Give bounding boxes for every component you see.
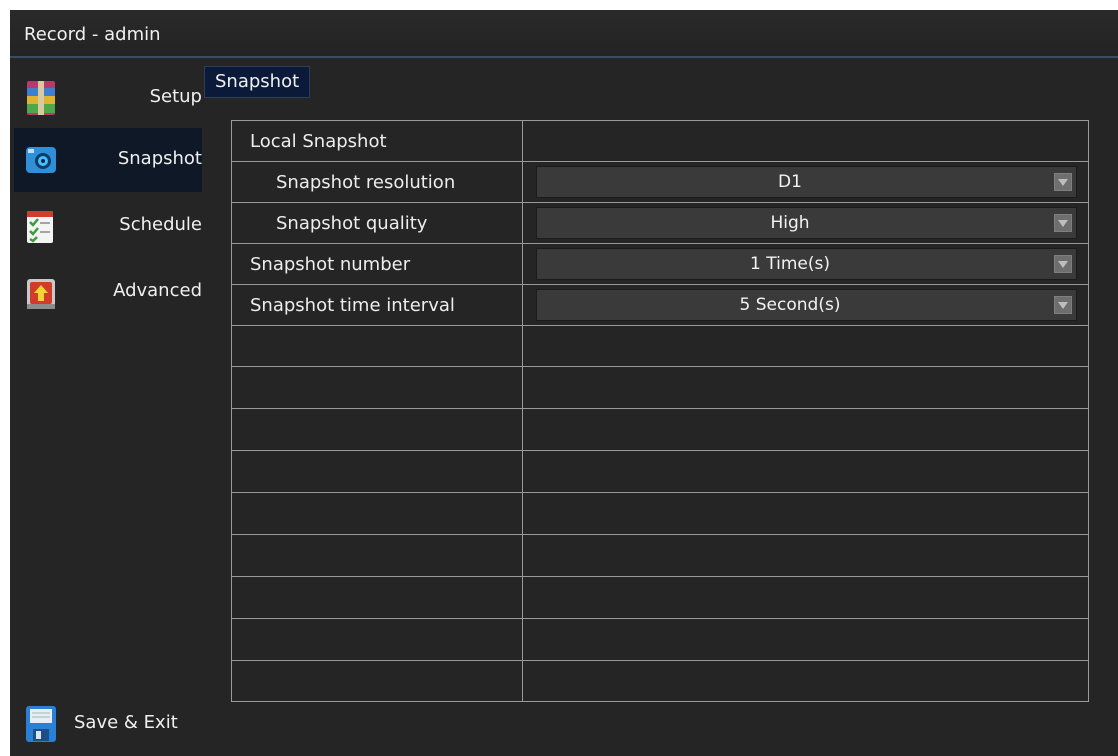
empty-row <box>232 494 1088 535</box>
title-bar: Record - admin <box>10 10 1118 58</box>
setting-row-interval: Snapshot time interval 5 Second(s) <box>232 285 1088 326</box>
archive-icon <box>24 79 58 117</box>
sidebar-item-setup[interactable]: Setup <box>14 66 202 130</box>
sidebar-item-label: Advanced <box>113 280 202 301</box>
chevron-down-icon[interactable] <box>1054 296 1072 314</box>
empty-row <box>232 410 1088 451</box>
empty-row <box>232 368 1088 409</box>
empty-row <box>232 578 1088 619</box>
setting-row-number: Snapshot number 1 Time(s) <box>232 244 1088 285</box>
snapshot-quality-label: Snapshot quality <box>276 213 428 234</box>
snapshot-number-label: Snapshot number <box>250 254 411 275</box>
empty-row <box>232 620 1088 661</box>
chevron-down-icon[interactable] <box>1054 214 1072 232</box>
snapshot-interval-label: Snapshot time interval <box>250 295 455 316</box>
setting-row-resolution: Snapshot resolution D1 <box>232 162 1088 203</box>
snapshot-number-select[interactable]: 1 Time(s) <box>536 248 1077 280</box>
sidebar-item-snapshot[interactable]: Snapshot <box>14 128 202 192</box>
upload-arrow-icon <box>24 273 58 311</box>
setting-row-quality: Snapshot quality High <box>232 203 1088 244</box>
window-title: Record - admin <box>24 24 161 45</box>
sidebar-item-schedule[interactable]: Schedule <box>14 194 202 258</box>
save-exit-button[interactable]: Save & Exit <box>14 696 202 752</box>
chevron-down-icon[interactable] <box>1054 173 1072 191</box>
section-header-row: Local Snapshot <box>232 121 1088 162</box>
calendar-checklist-icon <box>24 207 58 245</box>
select-value: 1 Time(s) <box>750 254 830 274</box>
select-value: D1 <box>778 172 802 192</box>
sidebar-item-label: Snapshot <box>117 148 202 169</box>
sidebar-item-label: Setup <box>149 86 202 107</box>
chevron-down-icon[interactable] <box>1054 255 1072 273</box>
empty-row <box>232 452 1088 493</box>
section-label: Local Snapshot <box>250 131 387 152</box>
snapshot-resolution-select[interactable]: D1 <box>536 166 1077 198</box>
tab-snapshot[interactable]: Snapshot <box>204 66 311 98</box>
snapshot-interval-select[interactable]: 5 Second(s) <box>536 289 1077 321</box>
sidebar-item-label: Schedule <box>119 214 202 235</box>
empty-row <box>232 326 1088 367</box>
snapshot-quality-select[interactable]: High <box>536 207 1077 239</box>
snapshot-settings-table: Local Snapshot Snapshot resolution D1 Sn… <box>231 120 1089 702</box>
sidebar-item-advanced[interactable]: Advanced <box>14 260 202 324</box>
camera-icon <box>24 141 58 179</box>
record-window: Record - admin Setup Snapshot Schedule A… <box>10 10 1118 756</box>
select-value: High <box>770 213 810 233</box>
save-exit-label: Save & Exit <box>74 712 178 733</box>
empty-row <box>232 536 1088 577</box>
select-value: 5 Second(s) <box>739 295 841 315</box>
floppy-disk-icon <box>24 704 58 744</box>
snapshot-resolution-label: Snapshot resolution <box>276 172 456 193</box>
